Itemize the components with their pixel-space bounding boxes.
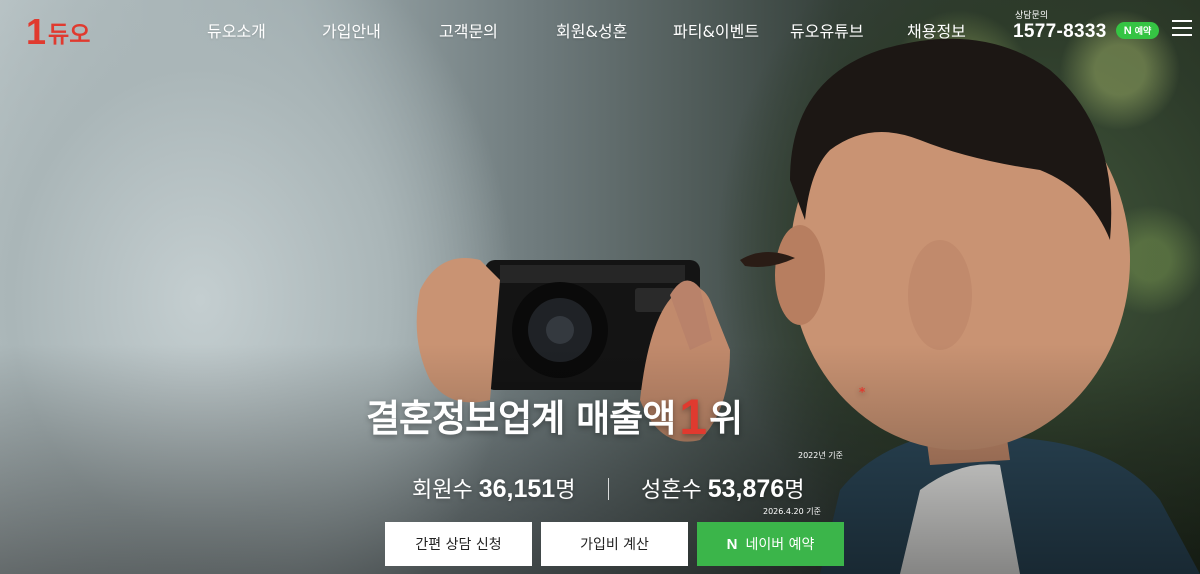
- contact-phone-link[interactable]: 1577-8333: [1013, 21, 1107, 42]
- site-header: 1 듀오 듀오소개 가입안내 고객문의 회원&성혼 파티&이벤트 듀오유튜브 채…: [0, 0, 1200, 60]
- naver-badge-label: 예약: [1134, 27, 1152, 37]
- naver-n-icon: N: [1123, 24, 1132, 37]
- logo-mark: 1: [26, 11, 46, 52]
- stats-divider: [608, 478, 609, 500]
- logo-text: 듀오: [48, 22, 91, 49]
- nav-item-about[interactable]: 듀오소개: [207, 18, 266, 42]
- hamburger-menu-icon[interactable]: [1172, 20, 1192, 38]
- naver-booking-label: 네이버 예약: [745, 537, 815, 553]
- headline-rank-suffix: 위: [709, 397, 743, 440]
- stat-members-label: 회원수: [412, 478, 473, 503]
- hero-section: 1 듀오 듀오소개 가입안내 고객문의 회원&성혼 파티&이벤트 듀오유튜브 채…: [0, 0, 1200, 574]
- quick-consult-button[interactable]: 간편 상담 신청: [385, 522, 532, 566]
- headline-basis-year: 2022년 기준: [798, 451, 843, 460]
- stat-marriages: 성혼수 53,876명: [641, 472, 804, 504]
- stat-marriages-value: 53,876: [707, 475, 785, 503]
- stat-members-unit: 명: [555, 478, 576, 503]
- stat-members: 회원수 36,151명: [412, 472, 575, 504]
- headline-footnote-mark: *: [859, 385, 865, 399]
- stat-marriages-label: 성혼수: [641, 478, 702, 503]
- nav-item-party-event[interactable]: 파티&이벤트: [673, 18, 759, 42]
- hero-headline: 결혼정보업계 매출액1 위 *: [366, 386, 886, 445]
- stat-marriages-unit: 명: [784, 478, 805, 503]
- naver-booking-button[interactable]: N 네이버 예약: [697, 522, 844, 566]
- site-logo[interactable]: 1 듀오: [26, 14, 90, 50]
- contact-info: 상담문의 1577-8333: [1013, 8, 1107, 43]
- nav-item-members-marriage[interactable]: 회원&성혼: [556, 18, 627, 42]
- naver-n-icon: N: [726, 535, 738, 553]
- stat-members-value: 36,151: [478, 475, 556, 503]
- stats-basis-date: 2026.4.20 기준: [763, 507, 821, 516]
- headline-main: 결혼정보업계 매출액: [366, 397, 676, 440]
- nav-item-careers[interactable]: 채용정보: [907, 18, 966, 42]
- headline-rank-number: 1: [679, 389, 707, 445]
- fee-calculator-button[interactable]: 가입비 계산: [541, 522, 688, 566]
- contact-label: 상담문의: [1015, 11, 1049, 21]
- nav-item-join-guide[interactable]: 가입안내: [322, 18, 381, 42]
- nav-item-customer-inquiry[interactable]: 고객문의: [439, 18, 498, 42]
- nav-item-youtube[interactable]: 듀오유튜브: [790, 18, 864, 42]
- naver-reservation-badge[interactable]: N 예약: [1116, 22, 1159, 39]
